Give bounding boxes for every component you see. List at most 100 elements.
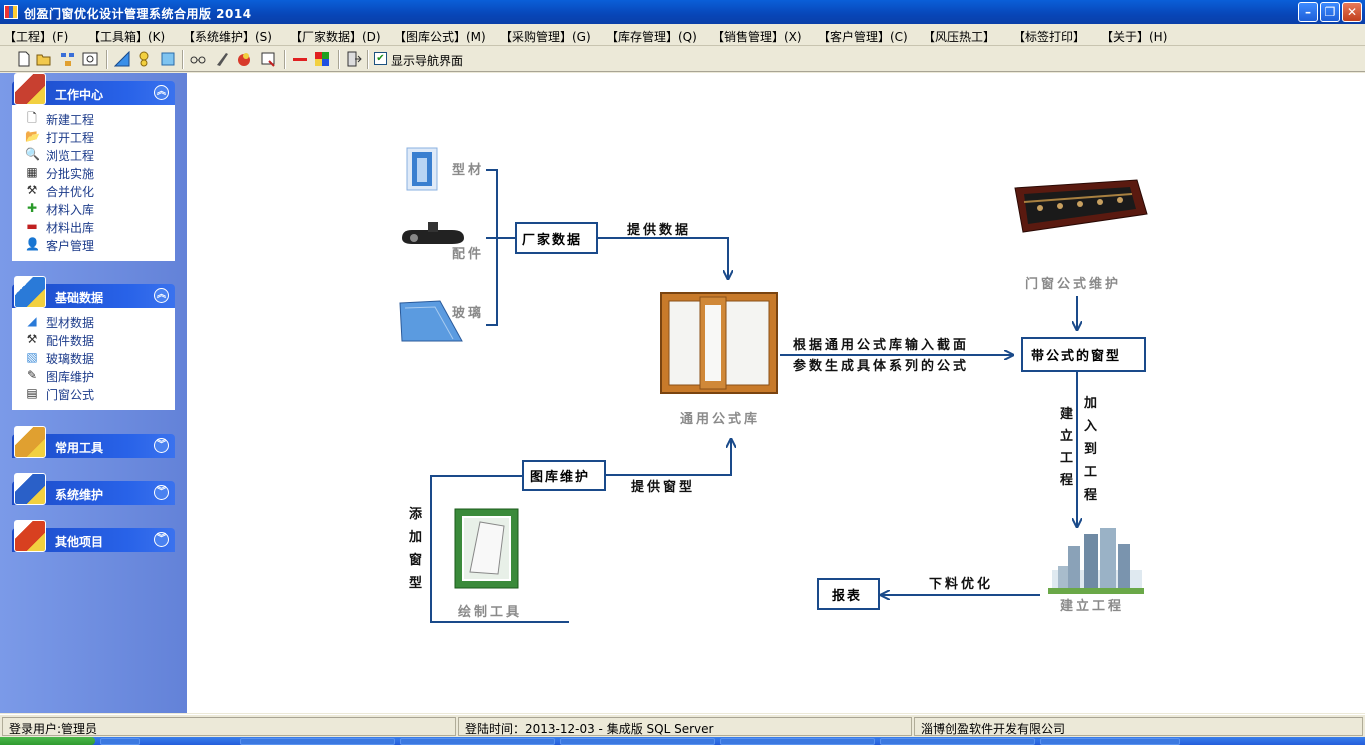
profile-image — [406, 147, 438, 191]
sidebar-item[interactable]: 🔍 浏览工程 — [21, 145, 171, 163]
sidebar-item[interactable]: ✚ 材料入库 — [21, 199, 171, 217]
collapse-chevron-icon[interactable]: ︽ — [154, 85, 169, 100]
tools-icon: ⚒ — [26, 183, 38, 197]
sidebar-item[interactable]: ✎ 图库维护 — [21, 366, 171, 384]
minimize-button[interactable]: – — [1298, 2, 1318, 22]
sidebar-item[interactable]: ⚒ 合并优化 — [21, 181, 171, 199]
provide-window-label: 提供窗型 — [631, 479, 695, 495]
menu-item[interactable]: 【工程】(F) — [4, 28, 68, 45]
taskbar-button[interactable] — [880, 738, 1035, 745]
sidebar-item[interactable]: ⚒ 配件数据 — [21, 330, 171, 348]
tree-icon[interactable] — [60, 51, 76, 67]
menu-item[interactable]: 【厂家数据】(D) — [290, 28, 381, 45]
grid-icon — [14, 473, 46, 505]
glass-icon[interactable] — [160, 51, 176, 67]
sidebar-item[interactable]: ◢ 型材数据 — [21, 312, 171, 330]
generate-line1-label: 根据通用公式库输入截面 — [793, 337, 969, 353]
menu-item[interactable]: 【销售管理】(X) — [712, 28, 802, 45]
customer-icon: 👤 — [25, 237, 40, 251]
taskbar-button[interactable] — [560, 738, 715, 745]
taskbar-button[interactable] — [720, 738, 875, 745]
sidebar-group-4-header[interactable]: 系统维护 ︾ — [12, 473, 175, 505]
report-icon[interactable] — [260, 51, 276, 67]
glass-icon: ▧ — [26, 350, 38, 364]
report-label: 报表 — [832, 588, 862, 604]
sidebar-group-5-header[interactable]: 其他项目 ︾ — [12, 520, 175, 552]
cut-line-icon[interactable] — [292, 51, 308, 67]
menu-item[interactable]: 【标签打印】 — [1013, 28, 1085, 45]
menu-bar: 【工程】(F) 【工具箱】(K) 【系统维护】(S) 【厂家数据】(D) 【图库公式】(… — [0, 24, 1365, 46]
expand-chevron-icon[interactable]: ︾ — [154, 485, 169, 500]
expand-chevron-icon[interactable]: ︾ — [154, 438, 169, 453]
app-icon — [4, 5, 18, 19]
abacus-image — [1014, 179, 1148, 233]
restore-button[interactable]: ❐ — [1320, 2, 1340, 22]
menu-item[interactable]: 【采购管理】(G) — [500, 28, 591, 45]
sidebar-group-2-header[interactable]: 基础数据 ︽ — [12, 276, 175, 308]
taskbar — [0, 737, 1365, 745]
toolbar-separator — [106, 50, 108, 69]
minus-icon: ▬ — [26, 219, 38, 233]
sidebar-item-label: 配件数据 — [46, 334, 95, 348]
toolbar-separator — [284, 50, 286, 69]
sidebar-item[interactable]: ▦ 分批实施 — [21, 163, 171, 181]
sidebar-item[interactable]: 📂 打开工程 — [21, 127, 171, 145]
exit-icon[interactable] — [346, 51, 362, 67]
taskbar-button[interactable] — [240, 738, 395, 745]
sidebar-item[interactable]: 🗋 新建工程 — [21, 109, 171, 127]
profile-icon[interactable] — [114, 51, 130, 67]
sidebar-item-label: 客户管理 — [46, 239, 95, 253]
pen-icon[interactable] — [214, 51, 230, 67]
sidebar-item[interactable]: ▬ 材料出库 — [21, 217, 171, 235]
open-folder-icon[interactable] — [36, 51, 52, 67]
taskbar-button[interactable] — [1040, 738, 1180, 745]
paint-icon[interactable] — [236, 51, 252, 67]
status-company: 淄博创盈软件开发有限公司 — [914, 717, 1363, 736]
menu-item[interactable]: 【风压热工】 — [923, 28, 995, 45]
taskbar-button[interactable] — [400, 738, 555, 745]
formula-maintenance-label: 门窗公式维护 — [1025, 276, 1121, 292]
expand-chevron-icon[interactable]: ︾ — [154, 532, 169, 547]
open-folder-icon: 📂 — [25, 129, 40, 143]
provide-data-arrow — [597, 237, 728, 278]
color-grid-icon[interactable] — [314, 51, 330, 67]
sidebar: 工作中心 ︽ 🗋 新建工程 📂 打开工程 🔍 浏览工程 ▦ 分批实施 ⚒ 合并优化 ✚ 材料入库 ▬ 材料出库… — [0, 73, 187, 713]
show-nav-checkbox[interactable]: ✔ — [374, 52, 387, 65]
toolbar-separator — [338, 50, 340, 69]
menu-item[interactable]: 【库存管理】(Q) — [606, 28, 697, 45]
toolbar-separator — [367, 50, 369, 69]
sidebar-item-label: 材料出库 — [46, 221, 95, 235]
sidebar-group-title: 常用工具 — [55, 441, 104, 455]
sidebar-item[interactable]: ▤ 门窗公式 — [21, 384, 171, 402]
collapse-chevron-icon[interactable]: ︽ — [154, 288, 169, 303]
inputs-bracket — [486, 169, 498, 326]
new-file-icon: 🗋 — [27, 111, 37, 125]
sidebar-group-1-header[interactable]: 工作中心 ︽ — [12, 73, 175, 105]
sidebar-item-label: 浏览工程 — [46, 149, 95, 163]
sidebar-item[interactable]: ▧ 玻璃数据 — [21, 348, 171, 366]
draw-tool-image — [454, 508, 519, 589]
vendor-data-label: 厂家数据 — [522, 232, 582, 248]
menu-item[interactable]: 【系统维护】(S) — [183, 28, 272, 45]
menu-item[interactable]: 【工具箱】(K) — [88, 28, 165, 45]
sidebar-group-3-header[interactable]: 常用工具 ︾ — [12, 426, 175, 458]
profile-label: 型材 — [452, 162, 484, 178]
glass-label: 玻璃 — [452, 305, 484, 321]
close-button[interactable]: ✕ — [1342, 2, 1362, 22]
menu-item[interactable]: 【关于】(H) — [1101, 28, 1167, 45]
glasses-icon[interactable] — [190, 51, 206, 67]
library-maintenance-label: 图库维护 — [530, 469, 590, 485]
start-button[interactable] — [0, 737, 95, 745]
preview-icon[interactable] — [82, 51, 98, 67]
sidebar-item[interactable]: 👤 客户管理 — [21, 235, 171, 253]
add-to-project-vertical-label: 加入到工程 — [1083, 396, 1100, 503]
taskbar-button[interactable] — [100, 738, 140, 745]
sidebar-item-label: 新建工程 — [46, 113, 95, 127]
menu-item[interactable]: 【图库公式】(M) — [394, 28, 486, 45]
sidebar-group-body: ◢ 型材数据 ⚒ 配件数据 ▧ 玻璃数据 ✎ 图库维护 ▤ 门窗公式 — [12, 308, 175, 410]
menu-item[interactable]: 【客户管理】(C) — [818, 28, 908, 45]
hardware-icon[interactable] — [136, 51, 152, 67]
window-with-formula-label: 带公式的窗型 — [1031, 348, 1121, 364]
new-file-icon[interactable] — [16, 51, 32, 67]
sidebar-group-title: 基础数据 — [55, 291, 104, 305]
